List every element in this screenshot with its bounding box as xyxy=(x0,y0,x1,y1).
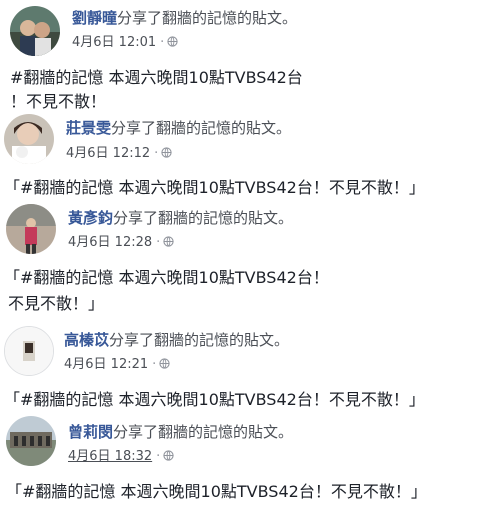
post-title: 黃彥鈞分享了翻牆的記憶的貼文。 xyxy=(68,208,293,228)
globe-icon[interactable] xyxy=(163,449,174,461)
timestamp-link[interactable]: 4月6日 18:32 xyxy=(68,449,152,464)
author-name-link[interactable]: 高榛苡 xyxy=(64,331,109,349)
quote-open: 「 xyxy=(6,482,23,501)
author-name-link[interactable]: 劉靜曈 xyxy=(72,9,117,27)
post-meta: 4月6日 12:28 · xyxy=(68,234,174,252)
avatar[interactable] xyxy=(10,6,60,56)
shared-post-2: 莊景雯分享了翻牆的記憶的貼文。 4月6日 12:12 · 「#翻牆的記憶 本週六晚… xyxy=(0,112,491,202)
quote-open: 「 xyxy=(4,390,21,409)
meta-separator: · xyxy=(156,235,161,250)
post-text-line-1: 本週六晚間10點TVBS42台！不見不散！」 xyxy=(115,482,427,501)
author-name-link[interactable]: 曾莉閔 xyxy=(68,423,113,441)
author-name-link[interactable]: 黃彥鈞 xyxy=(68,209,113,227)
post-text: 「#翻牆的記憶 本週六晚間10點TVBS42台！不見不散！」 xyxy=(6,480,427,504)
post-title: 莊景雯分享了翻牆的記憶的貼文。 xyxy=(66,118,291,138)
post-text: 「#翻牆的記憶 本週六晚間10點TVBS42台！ xyxy=(4,266,329,290)
timestamp-link[interactable]: 4月6日 12:28 xyxy=(68,235,152,250)
post-text-line-2: 不見不散！」 xyxy=(8,294,105,313)
post-title: 曾莉閔分享了翻牆的記憶的貼文。 xyxy=(68,422,293,442)
meta-separator: · xyxy=(152,357,157,372)
quote-open: 「 xyxy=(4,268,21,287)
timestamp-link[interactable]: 4月6日 12:21 xyxy=(64,357,148,372)
post-meta: 4月6日 12:21 · xyxy=(64,356,170,374)
shared-post-1: 劉靜曈分享了翻牆的記憶的貼文。 4月6日 12:01 · #翻牆的記憶 本週六晚間… xyxy=(0,0,491,112)
globe-icon[interactable] xyxy=(167,35,178,47)
meta-separator: · xyxy=(154,146,159,161)
share-action-text: 分享了翻牆的記憶的貼文。 xyxy=(113,209,294,227)
hashtag-link[interactable]: #翻牆的記憶 xyxy=(22,482,115,501)
hashtag-link[interactable]: #翻牆的記憶 xyxy=(10,68,103,87)
post-meta: 4月6日 18:32 · xyxy=(68,448,174,466)
meta-separator: · xyxy=(160,35,165,50)
post-text: 「#翻牆的記憶 本週六晚間10點TVBS42台！不見不散！」 xyxy=(4,388,425,412)
shared-post-3: 黃彥鈞分享了翻牆的記憶的貼文。 4月6日 12:28 · 「#翻牆的記憶 本週六晚… xyxy=(0,202,491,320)
timestamp-link[interactable]: 4月6日 12:12 xyxy=(66,146,150,161)
post-title: 高榛苡分享了翻牆的記憶的貼文。 xyxy=(64,330,289,350)
quote-open: 「 xyxy=(4,178,21,197)
hashtag-link[interactable]: #翻牆的記憶 xyxy=(20,390,113,409)
avatar[interactable] xyxy=(4,326,54,376)
post-text-line-1: 本週六晚間10點TVBS42台！不見不散！」 xyxy=(113,178,425,197)
shared-post-5: 曾莉閔分享了翻牆的記憶的貼文。 4月6日 18:32 · 「#翻牆的記憶 本週六晚… xyxy=(0,416,491,512)
avatar[interactable] xyxy=(4,114,54,164)
post-text-line-1: 本週六晚間10點TVBS42台！不見不散！」 xyxy=(113,390,425,409)
post-text: 「#翻牆的記憶 本週六晚間10點TVBS42台！不見不散！」 xyxy=(4,176,425,200)
avatar[interactable] xyxy=(6,416,56,466)
share-action-text: 分享了翻牆的記憶的貼文。 xyxy=(113,423,294,441)
share-action-text: 分享了翻牆的記憶的貼文。 xyxy=(109,331,290,349)
globe-icon[interactable] xyxy=(163,235,174,247)
post-text-line-2: ！不見不散！ xyxy=(10,92,107,111)
share-action-text: 分享了翻牆的記憶的貼文。 xyxy=(111,119,292,137)
author-name-link[interactable]: 莊景雯 xyxy=(66,119,111,137)
post-meta: 4月6日 12:01 · xyxy=(72,34,178,52)
hashtag-link[interactable]: #翻牆的記憶 xyxy=(20,178,113,197)
post-text-line-1: 本週六晚間10點TVBS42台！ xyxy=(113,268,329,287)
hashtag-link[interactable]: #翻牆的記憶 xyxy=(20,268,113,287)
share-action-text: 分享了翻牆的記憶的貼文。 xyxy=(117,9,298,27)
shared-post-4: 高榛苡分享了翻牆的記憶的貼文。 4月6日 12:21 · 「#翻牆的記憶 本週六晚… xyxy=(0,320,491,416)
globe-icon[interactable] xyxy=(161,146,172,158)
globe-icon[interactable] xyxy=(159,357,170,369)
post-text: #翻牆的記憶 本週六晚間10點TVBS42台 xyxy=(10,66,303,90)
post-meta: 4月6日 12:12 · xyxy=(66,145,172,163)
meta-separator: · xyxy=(156,449,161,464)
avatar[interactable] xyxy=(6,204,56,254)
timestamp-link[interactable]: 4月6日 12:01 xyxy=(72,35,156,50)
post-text-line-1: 本週六晚間10點TVBS42台 xyxy=(103,68,303,87)
post-title: 劉靜曈分享了翻牆的記憶的貼文。 xyxy=(72,8,297,28)
